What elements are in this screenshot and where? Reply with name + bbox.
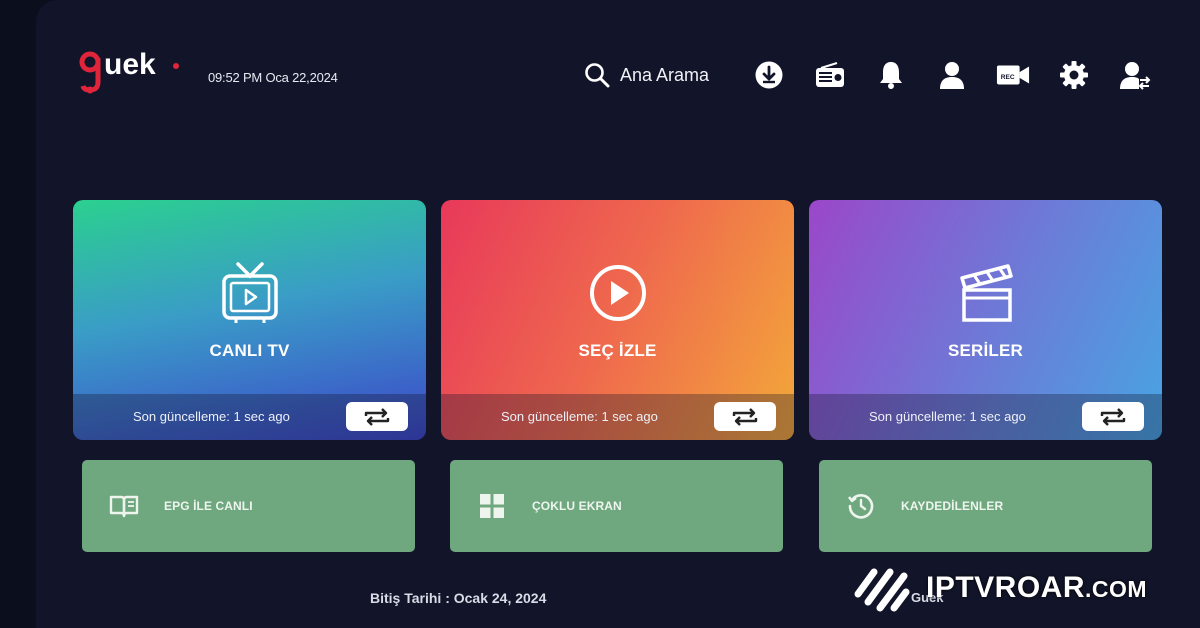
guek-logo: uek bbox=[78, 46, 182, 96]
svg-text:uek: uek bbox=[104, 48, 156, 81]
bell-icon bbox=[880, 62, 902, 89]
top-toolbar: REC bbox=[752, 58, 1152, 92]
search-icon bbox=[585, 63, 610, 88]
radio-button[interactable] bbox=[813, 58, 847, 92]
last-update-label: Son güncelleme: 1 sec ago bbox=[133, 409, 290, 424]
grid-icon bbox=[476, 493, 508, 519]
button-label: ÇOKLU EKRAN bbox=[532, 499, 622, 513]
download-icon bbox=[755, 61, 783, 89]
switch-user-button[interactable] bbox=[1118, 58, 1152, 92]
refresh-button[interactable] bbox=[346, 402, 408, 431]
card-footer: Son güncelleme: 1 sec ago bbox=[809, 394, 1162, 440]
book-icon bbox=[108, 494, 140, 518]
card-icon-wrap bbox=[809, 260, 1162, 324]
series-card[interactable]: SERİLER Son güncelleme: 1 sec ago bbox=[809, 200, 1162, 440]
card-title: CANLI TV bbox=[209, 341, 290, 360]
expiry-date-label: Bitiş Tarihi : Ocak 24, 2024 bbox=[370, 590, 547, 606]
profile-button[interactable] bbox=[935, 58, 969, 92]
user-icon bbox=[940, 62, 964, 89]
last-update-label: Son güncelleme: 1 sec ago bbox=[501, 409, 658, 424]
refresh-icon bbox=[732, 407, 758, 426]
logo-mark: uek bbox=[79, 48, 179, 94]
refresh-icon bbox=[1100, 407, 1126, 426]
recordings-button[interactable]: REC bbox=[996, 58, 1030, 92]
live-tv-card[interactable]: CANLI TV Son güncelleme: 1 sec ago bbox=[73, 200, 426, 440]
card-title: SERİLER bbox=[947, 341, 1024, 360]
download-button[interactable] bbox=[752, 58, 786, 92]
watermark-text: IPTVROAR.COM bbox=[926, 571, 1147, 605]
card-footer: Son güncelleme: 1 sec ago bbox=[441, 394, 794, 440]
vod-card[interactable]: SEÇ İZLE Son güncelleme: 1 sec ago bbox=[441, 200, 794, 440]
card-footer: Son güncelleme: 1 sec ago bbox=[73, 394, 426, 440]
settings-button[interactable] bbox=[1057, 58, 1091, 92]
button-label: KAYDEDİLENLER bbox=[901, 499, 1004, 513]
history-icon bbox=[845, 492, 877, 520]
watermark-suffix: .COM bbox=[1085, 576, 1148, 602]
refresh-icon bbox=[364, 407, 390, 426]
svg-text:REC: REC bbox=[1001, 74, 1015, 81]
search-label: Ana Arama bbox=[620, 64, 710, 85]
play-icon bbox=[589, 265, 646, 321]
watermark: IPTVROAR.COM bbox=[852, 562, 1147, 614]
watermark-name: IPTVROAR bbox=[926, 571, 1086, 604]
tv-icon bbox=[221, 262, 278, 323]
multi-screen-button[interactable]: ÇOKLU EKRAN bbox=[450, 460, 783, 552]
last-update-label: Son güncelleme: 1 sec ago bbox=[869, 409, 1026, 424]
refresh-button[interactable] bbox=[1082, 402, 1144, 431]
card-icon-wrap bbox=[73, 260, 426, 324]
video-camera-icon: REC bbox=[996, 65, 1030, 85]
watermark-logo-icon bbox=[854, 568, 910, 612]
button-label: EPG İLE CANLI bbox=[164, 499, 253, 513]
switch-user-icon bbox=[1120, 62, 1151, 90]
notifications-button[interactable] bbox=[874, 58, 908, 92]
datetime-label: 09:52 PM Oca 22,2024 bbox=[208, 70, 338, 85]
refresh-button[interactable] bbox=[714, 402, 776, 431]
search-button[interactable]: Ana Arama bbox=[584, 62, 709, 88]
gear-icon bbox=[1060, 61, 1088, 89]
card-icon-wrap bbox=[441, 260, 794, 324]
saved-button[interactable]: KAYDEDİLENLER bbox=[819, 460, 1152, 552]
radio-icon bbox=[816, 62, 844, 87]
card-title: SEÇ İZLE bbox=[578, 341, 657, 360]
clapperboard-icon bbox=[959, 264, 1013, 322]
epg-live-button[interactable]: EPG İLE CANLI bbox=[82, 460, 415, 552]
